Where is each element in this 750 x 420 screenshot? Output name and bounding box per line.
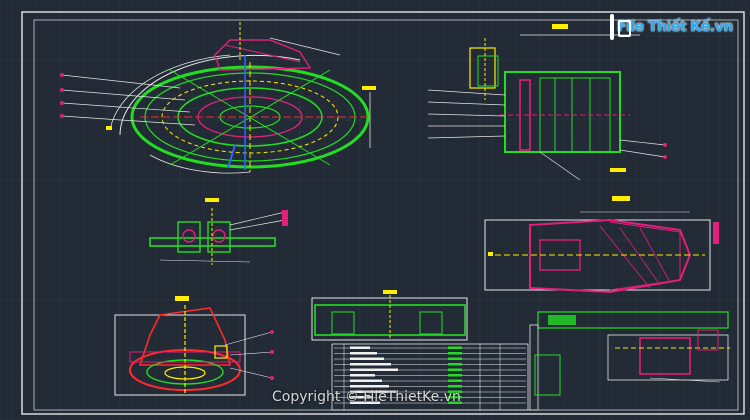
file-badge-icon (610, 14, 631, 40)
view-small-section-left (149, 198, 288, 265)
parts-table-cell (350, 346, 370, 349)
view-side-section-right (427, 24, 667, 181)
parts-table-cell (350, 368, 398, 371)
copyright-watermark: Copyright © FileThietKe.vn (272, 389, 461, 405)
parts-table-cell (448, 379, 462, 382)
parts-table-cell (350, 385, 389, 388)
parts-table-cell (350, 374, 375, 377)
watermark-logo: File Thiết Kế.vn (610, 12, 733, 42)
parts-table-cell (350, 357, 384, 360)
view-bottom-right-detail (529, 311, 730, 411)
cad-drawing-canvas: File Thiết Kế.vn Copyright © FileThietKe… (0, 0, 750, 420)
parts-table-cell (448, 385, 462, 388)
view-base-elevation (311, 290, 468, 341)
watermark-logo-text: File Thiết Kế.vn (617, 19, 733, 35)
drawing-sheet (21, 11, 745, 415)
parts-table-cell (448, 352, 462, 355)
parts-table-cell (350, 352, 377, 355)
parts-table-cell (448, 363, 462, 366)
parts-table-cell (448, 346, 462, 349)
parts-table-cell (448, 368, 462, 371)
parts-table-cell (350, 379, 382, 382)
parts-table-cell (448, 357, 462, 360)
view-cone-assembly (484, 196, 719, 294)
view-dome-detail (114, 296, 274, 396)
parts-table-cell (448, 374, 462, 377)
view-top-plan-circular (60, 22, 376, 174)
parts-table-cell (350, 363, 391, 366)
